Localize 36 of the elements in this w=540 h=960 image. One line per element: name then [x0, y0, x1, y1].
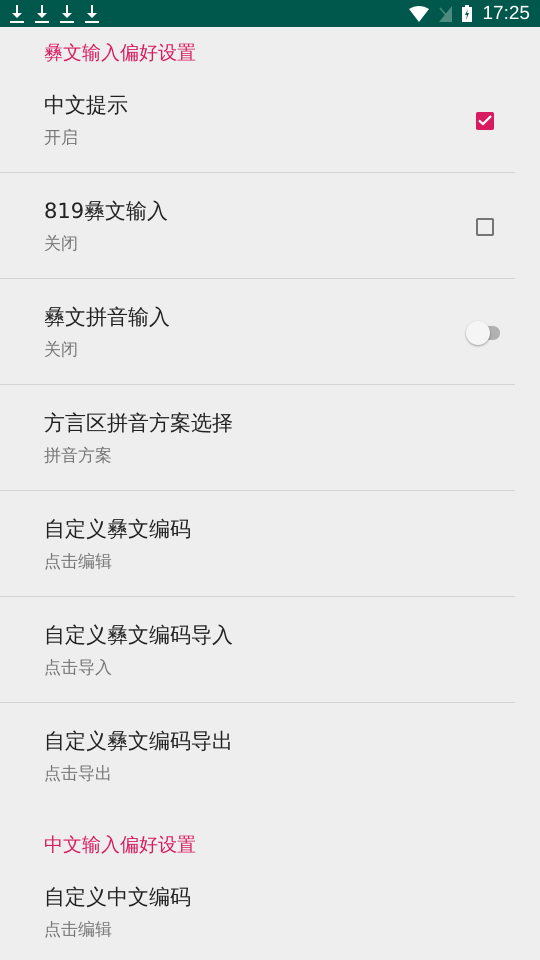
- download-icon: [35, 4, 49, 22]
- clock-time: 17:25: [482, 2, 530, 24]
- setting-summary: 关闭: [44, 233, 79, 256]
- setting-title: 自定义彝文编码: [44, 516, 192, 543]
- setting-row[interactable]: 自定义彝文编码导出 点击导出: [0, 703, 540, 809]
- setting-title: 自定义彝文编码导出: [44, 728, 234, 755]
- download-icon: [10, 4, 24, 22]
- setting-row[interactable]: 中文提示 开启: [0, 67, 540, 173]
- setting-row[interactable]: 自定义中文编码 点击编辑: [0, 859, 540, 960]
- setting-row[interactable]: 方言区拼音方案选择 拼音方案: [0, 385, 540, 491]
- setting-row[interactable]: 彝文拼音输入 关闭: [0, 279, 540, 385]
- setting-summary: 拼音方案: [44, 445, 113, 468]
- setting-row[interactable]: 自定义彝文编码导入 点击导入: [0, 597, 540, 703]
- setting-title: 自定义中文编码: [44, 884, 192, 911]
- setting-summary: 点击编辑: [44, 551, 113, 574]
- no-signal-icon: [439, 6, 452, 22]
- download-icon: [60, 4, 74, 22]
- wifi-icon: [409, 6, 430, 22]
- battery-icon: [462, 5, 472, 22]
- checkbox[interactable]: [476, 218, 494, 236]
- setting-summary: 点击导入: [44, 657, 113, 680]
- setting-title: 方言区拼音方案选择: [44, 410, 234, 437]
- setting-title: 819彝文输入: [44, 198, 170, 225]
- checkbox[interactable]: [476, 112, 494, 130]
- setting-summary: 关闭: [44, 339, 79, 362]
- setting-title: 自定义彝文编码导入: [44, 622, 234, 649]
- section-header: 中文输入偏好设置: [43, 833, 197, 858]
- setting-row[interactable]: 自定义彝文编码 点击编辑: [0, 491, 540, 597]
- download-icon: [85, 4, 99, 22]
- setting-title: 中文提示: [44, 92, 129, 119]
- setting-summary: 点击导出: [44, 763, 113, 786]
- setting-row[interactable]: 819彝文输入 关闭: [0, 173, 540, 279]
- section-header: 彝文输入偏好设置: [43, 41, 197, 66]
- setting-summary: 开启: [44, 127, 79, 150]
- setting-summary: 点击编辑: [44, 919, 113, 942]
- setting-title: 彝文拼音输入: [44, 304, 171, 331]
